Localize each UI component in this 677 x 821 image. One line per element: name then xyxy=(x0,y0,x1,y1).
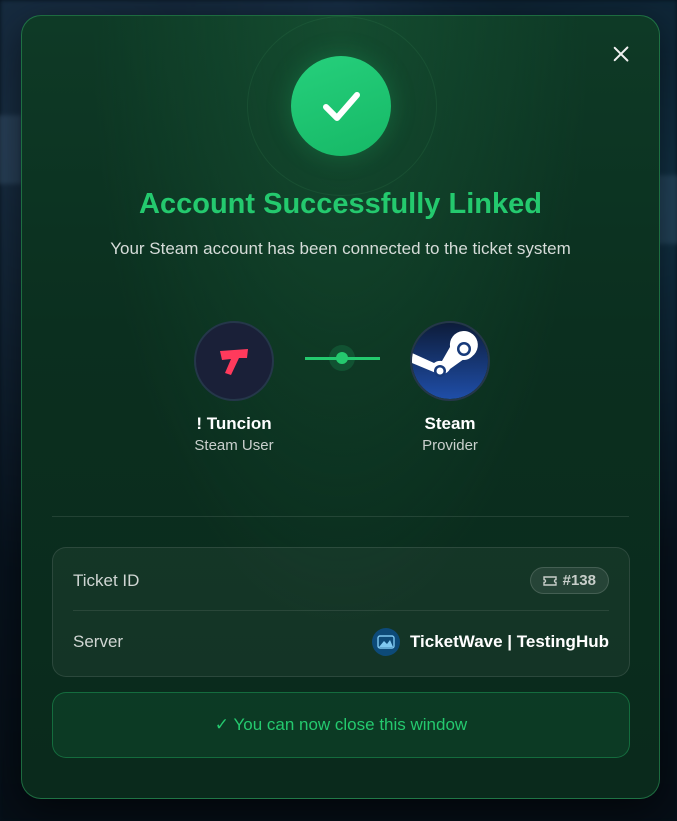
user-logo-icon xyxy=(220,349,248,375)
steam-logo-icon xyxy=(412,323,488,399)
connector-dot xyxy=(336,352,348,364)
link-success-modal: Account Successfully Linked Your Steam a… xyxy=(21,15,660,799)
close-icon[interactable] xyxy=(609,42,633,66)
server-row: Server TicketWave | TestingHub xyxy=(73,612,609,672)
ticket-id-value: #138 xyxy=(562,572,596,589)
ticket-id-badge: #138 xyxy=(529,567,609,594)
checkmark-icon xyxy=(291,56,391,156)
modal-title: Account Successfully Linked xyxy=(139,188,542,220)
close-window-note: ✓ You can now close this window xyxy=(52,692,630,758)
user-name: ! Tuncion xyxy=(196,414,272,433)
user-role: Steam User xyxy=(194,437,274,454)
ticket-details-card: Ticket ID #138 Server TicketWave | Testi… xyxy=(52,547,630,677)
section-divider xyxy=(52,516,629,517)
server-name: TicketWave | TestingHub xyxy=(409,632,609,651)
ticket-id-row: Ticket ID #138 xyxy=(73,551,609,611)
modal-subtitle: Your Steam account has been connected to… xyxy=(110,239,571,258)
ticket-id-label: Ticket ID xyxy=(73,570,140,590)
ticket-icon xyxy=(542,575,557,586)
provider-role: Provider xyxy=(422,437,478,454)
steam-avatar xyxy=(410,321,490,401)
server-label: Server xyxy=(73,632,124,651)
server-avatar-icon xyxy=(371,628,400,656)
server-value: TicketWave | TestingHub xyxy=(371,628,609,656)
provider-name: Steam xyxy=(424,414,476,433)
user-avatar xyxy=(194,321,274,401)
